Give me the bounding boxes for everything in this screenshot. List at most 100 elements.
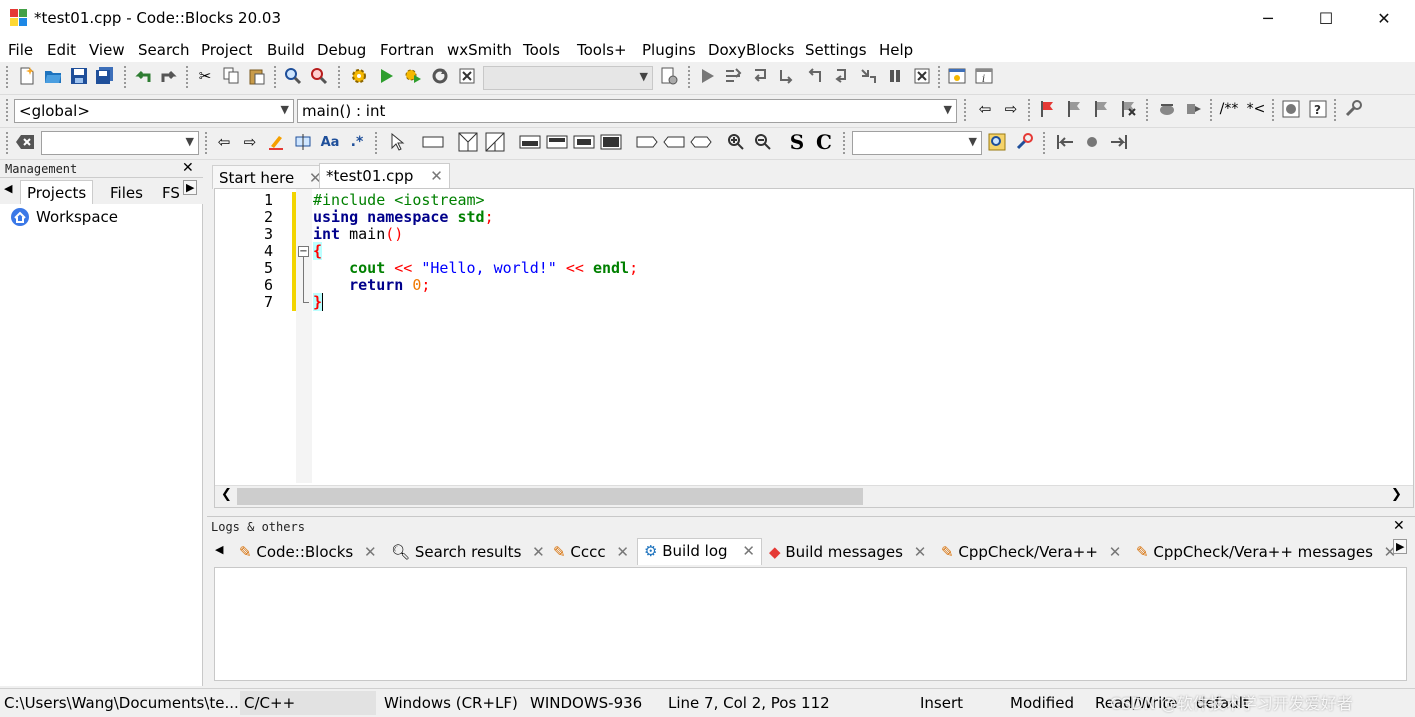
build-gear-icon[interactable] <box>348 65 370 87</box>
run-to-cursor-icon[interactable] <box>722 65 744 87</box>
close-button[interactable]: ✕ <box>1355 0 1413 38</box>
logs-tabs-right-icon[interactable]: ▶ <box>1393 539 1408 554</box>
scroll-right-arrow-icon[interactable]: ❯ <box>1391 487 1402 502</box>
block-middle-icon[interactable] <box>546 131 568 153</box>
log-tab-close-icon[interactable]: ✕ <box>364 543 377 561</box>
debug-windows-icon[interactable] <box>946 65 968 87</box>
doxy-extract-icon[interactable] <box>1183 98 1205 120</box>
log-tab-build-messages[interactable]: ◆ Build messages ✕ <box>763 540 932 564</box>
tab-test01-close-icon[interactable]: ✕ <box>430 167 443 185</box>
build-log-content[interactable] <box>214 567 1407 681</box>
debug-start-icon[interactable] <box>696 65 718 87</box>
cut-icon[interactable]: ✂ <box>194 65 216 87</box>
log-tab-close-icon[interactable]: ✕ <box>914 543 927 561</box>
io-shape-icon[interactable] <box>636 131 658 153</box>
bookmark-toggle-icon[interactable] <box>1036 98 1058 120</box>
scrollbar-thumb[interactable] <box>237 488 863 505</box>
search-input[interactable]: ▼ <box>41 131 199 155</box>
block-frame-icon[interactable] <box>573 131 595 153</box>
abort-icon[interactable] <box>456 65 478 87</box>
menu-tools[interactable]: Tools <box>523 41 560 59</box>
bookmark-next-icon[interactable] <box>1090 98 1112 120</box>
menu-plugins[interactable]: Plugins <box>642 41 696 59</box>
redo-icon[interactable] <box>158 65 180 87</box>
log-tab-build-log[interactable]: ⚙ Build log ✕ <box>637 538 762 565</box>
symbol-search-select[interactable]: ▼ <box>852 131 982 155</box>
rect-shape-icon[interactable] <box>422 131 444 153</box>
menu-settings[interactable]: Settings <box>805 41 867 59</box>
doxy-block-comment-button[interactable]: /** <box>1218 98 1240 120</box>
doxy-config-wrench-icon[interactable] <box>1342 98 1364 120</box>
jump-back-icon[interactable] <box>1054 131 1076 153</box>
log-tab-search-results[interactable]: 🔍︎ Search results ✕ <box>385 540 551 564</box>
tab-files[interactable]: Files <box>104 181 149 205</box>
nassi-s-button[interactable]: S <box>786 130 808 154</box>
menu-build[interactable]: Build <box>267 41 305 59</box>
pause-icon[interactable] <box>884 65 906 87</box>
build-options-icon[interactable] <box>658 65 680 87</box>
log-tab-close-icon[interactable]: ✕ <box>532 543 545 561</box>
replace-icon[interactable] <box>308 65 330 87</box>
find-previous-icon[interactable]: ⇦ <box>213 131 235 153</box>
workspace-node[interactable]: Workspace <box>36 208 118 226</box>
next-instruction-icon[interactable] <box>830 65 852 87</box>
tabs-scroll-left-icon[interactable]: ◀ <box>4 182 12 195</box>
step-into-icon[interactable] <box>776 65 798 87</box>
bookmark-prev-icon[interactable] <box>1063 98 1085 120</box>
build-and-run-icon[interactable] <box>402 65 424 87</box>
tabs-scroll-right-icon[interactable]: ▶ <box>183 180 198 195</box>
open-file-icon[interactable] <box>42 65 64 87</box>
highlight-icon[interactable] <box>265 131 287 153</box>
menu-project[interactable]: Project <box>201 41 252 59</box>
log-tab-close-icon[interactable]: ✕ <box>616 543 629 561</box>
symbol-find-icon[interactable] <box>986 131 1008 153</box>
next-line-icon[interactable] <box>749 65 771 87</box>
save-all-icon[interactable] <box>94 65 116 87</box>
code-text[interactable]: #include <iostream> using namespace std;… <box>313 189 1413 483</box>
zoom-in-icon[interactable] <box>725 131 747 153</box>
minimize-button[interactable]: ─ <box>1239 0 1297 38</box>
bookmark-clear-icon[interactable] <box>1117 98 1139 120</box>
find-icon[interactable] <box>282 65 304 87</box>
code-editor[interactable]: 1 2 3 4 5 6 7 − #include <iostream> usin… <box>214 188 1414 508</box>
menu-wxsmith[interactable]: wxSmith <box>447 41 512 59</box>
menu-fortran[interactable]: Fortran <box>380 41 434 59</box>
log-tab-cccc[interactable]: ✎ Cccc ✕ <box>547 540 635 564</box>
log-tab-cppcheck-messages[interactable]: ✎ CppCheck/Vera++ messages ✕ <box>1130 540 1402 564</box>
tab-projects[interactable]: Projects <box>20 180 94 204</box>
stop-debug-icon[interactable] <box>911 65 933 87</box>
rebuild-icon[interactable] <box>429 65 451 87</box>
logs-tabs-left-icon[interactable]: ◀ <box>215 543 223 556</box>
run-icon[interactable] <box>375 65 397 87</box>
continue-shape-icon[interactable] <box>690 131 712 153</box>
block-full-icon[interactable] <box>600 131 622 153</box>
log-tab-cppcheck[interactable]: ✎ CppCheck/Vera++ ✕ <box>935 540 1127 564</box>
jump-home-icon[interactable] <box>1081 131 1103 153</box>
paste-icon[interactable] <box>246 65 268 87</box>
editor-horizontal-scrollbar[interactable]: ❮ ❯ <box>215 485 1413 507</box>
menu-search[interactable]: Search <box>138 41 190 59</box>
log-tab-codeblocks[interactable]: ✎ Code::Blocks ✕ <box>233 540 383 564</box>
forward-arrow-icon[interactable]: ⇨ <box>1000 98 1022 120</box>
menu-tools-plus[interactable]: Tools+ <box>577 41 627 59</box>
find-next-icon[interactable]: ⇨ <box>239 131 261 153</box>
menu-edit[interactable]: Edit <box>47 41 76 59</box>
menu-help[interactable]: Help <box>879 41 913 59</box>
selected-text-icon[interactable] <box>292 131 314 153</box>
undo-icon[interactable] <box>132 65 154 87</box>
save-icon[interactable] <box>68 65 90 87</box>
match-case-button[interactable]: Aa <box>319 131 341 153</box>
info-icon[interactable]: i <box>973 65 995 87</box>
tab-test01-cpp[interactable]: *test01.cpp ✕ <box>319 163 450 189</box>
copy-icon[interactable] <box>220 65 242 87</box>
management-close-icon[interactable]: ✕ <box>182 160 194 176</box>
nassi-c-button[interactable]: C <box>813 130 835 154</box>
pointer-icon[interactable] <box>386 131 408 153</box>
menu-file[interactable]: File <box>8 41 33 59</box>
doxy-wizard-icon[interactable] <box>1156 98 1178 120</box>
block-top-icon[interactable] <box>519 131 541 153</box>
menu-view[interactable]: View <box>89 41 125 59</box>
function-select[interactable]: main() : int ▼ <box>297 99 957 123</box>
step-out-icon[interactable] <box>803 65 825 87</box>
clear-search-icon[interactable] <box>14 131 36 153</box>
